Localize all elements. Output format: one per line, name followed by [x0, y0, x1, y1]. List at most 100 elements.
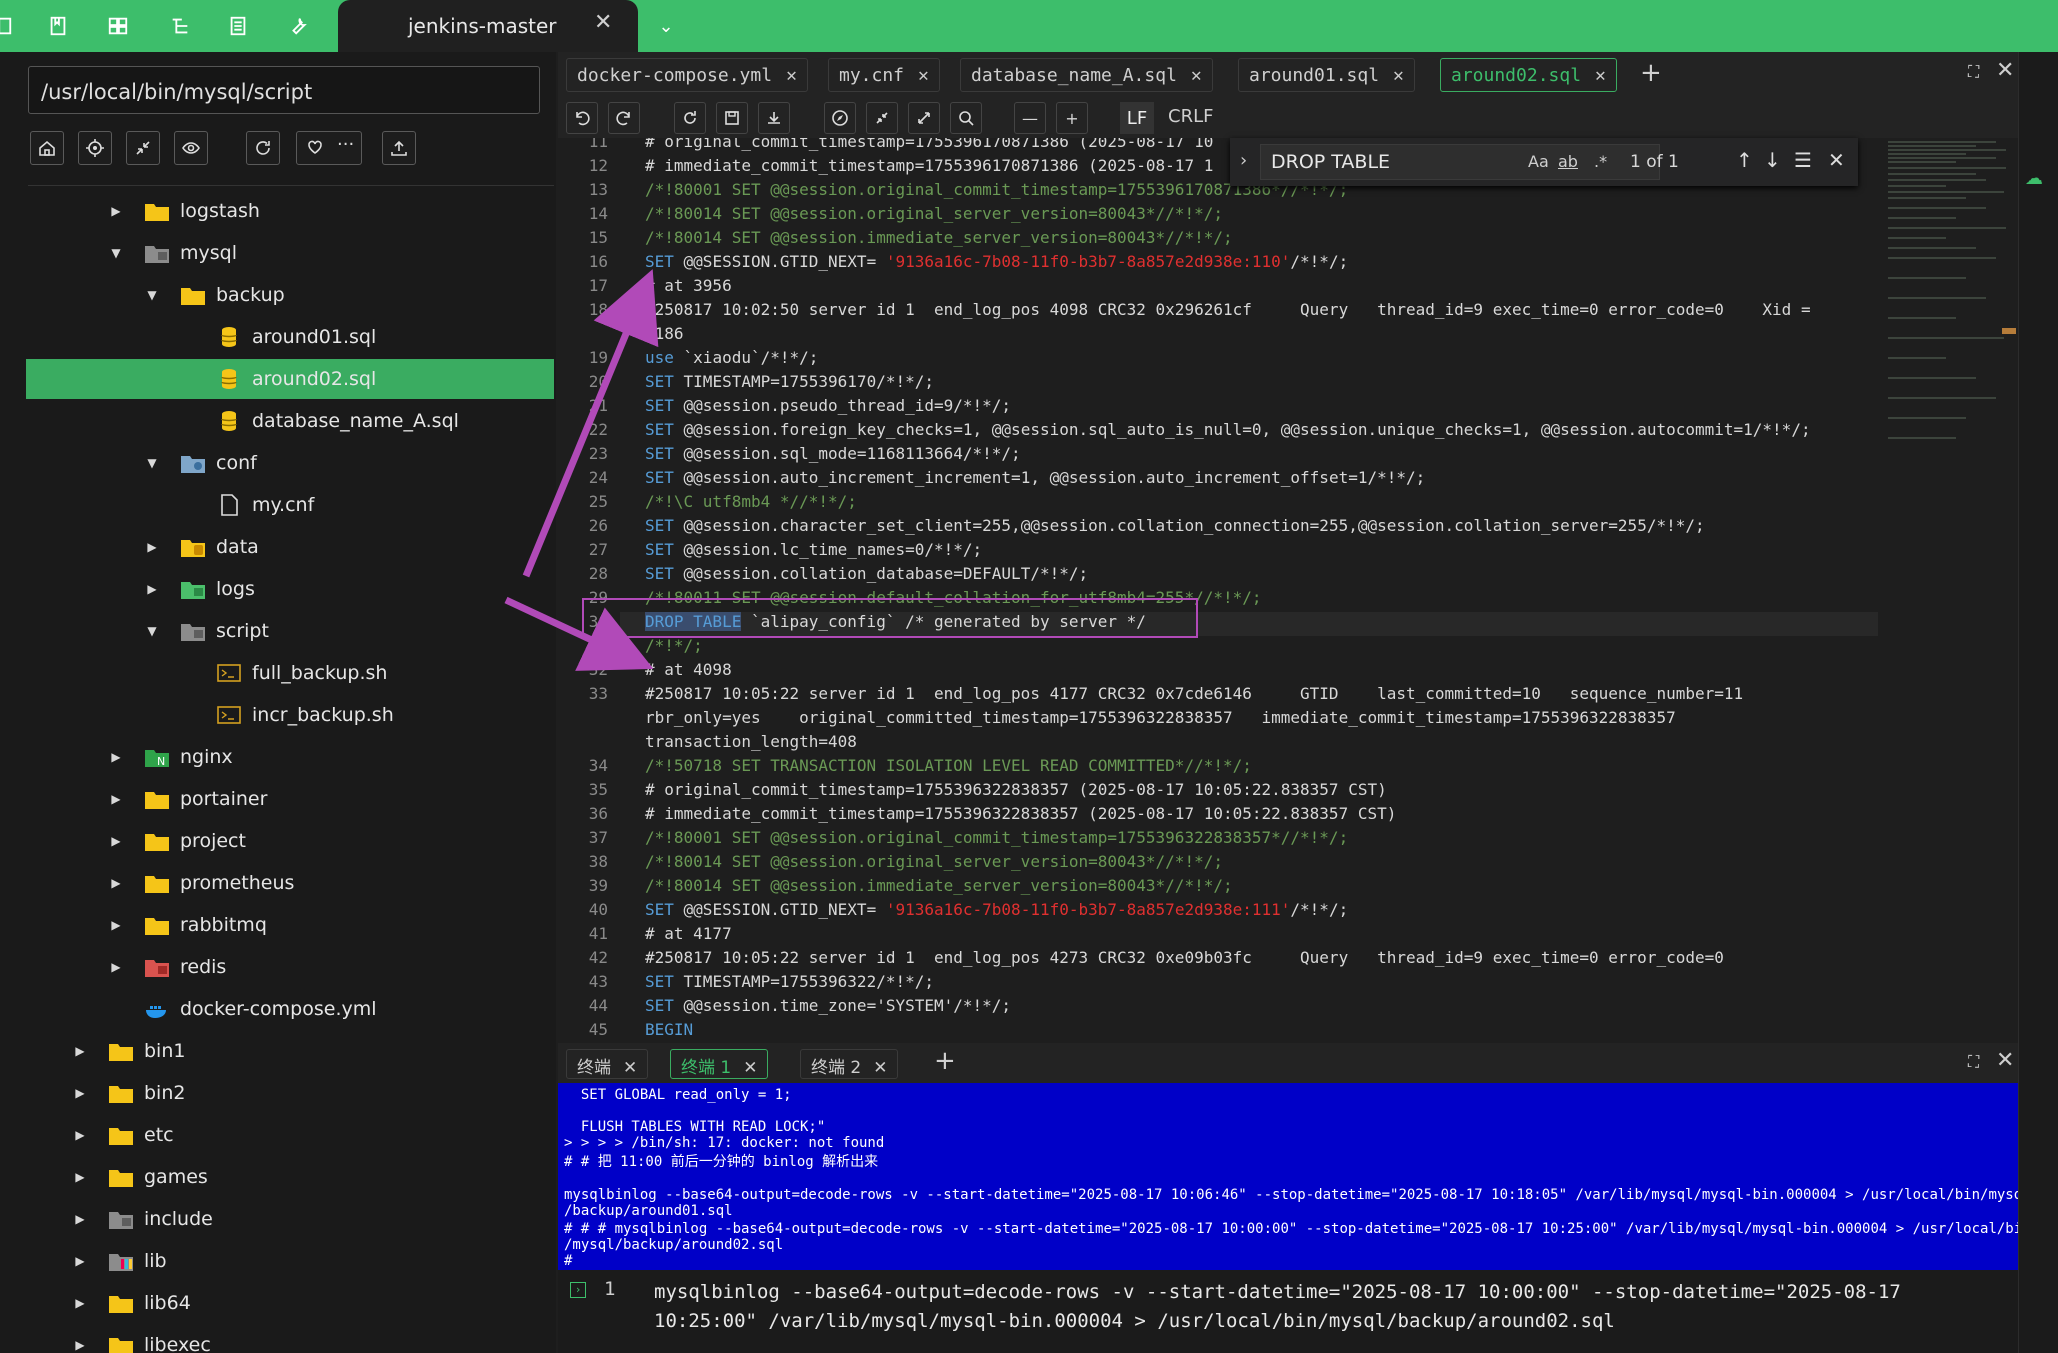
terminal-command[interactable]: mysqlbinlog --base64-output=decode-rows …	[654, 1278, 1934, 1336]
list-icon[interactable]	[222, 10, 254, 42]
caret-right-icon[interactable]: ▶	[108, 918, 124, 932]
regex-toggle[interactable]: .*	[1594, 152, 1607, 171]
close-terminal-icon[interactable]: ✕	[1996, 1048, 2014, 1073]
tree-item[interactable]: around01.sql	[26, 317, 554, 357]
close-icon[interactable]: ✕	[1393, 65, 1404, 86]
locate-icon[interactable]	[78, 131, 112, 165]
session-tab[interactable]: jenkins-master ✕	[338, 0, 638, 52]
tree-item[interactable]: ▶ bin1	[26, 1031, 554, 1071]
refresh-icon[interactable]	[246, 131, 280, 165]
tree-item[interactable]: ▶ redis	[26, 947, 554, 987]
bookmark-icon[interactable]	[42, 10, 74, 42]
caret-right-icon[interactable]: ▶	[108, 960, 124, 974]
caret-down-icon[interactable]: ▼	[144, 288, 160, 302]
tree-item[interactable]: ▶ lib64	[26, 1283, 554, 1323]
expand-icon[interactable]	[908, 102, 940, 134]
wrench-icon[interactable]	[282, 10, 314, 42]
tree-item[interactable]: ▶ rabbitmq	[26, 905, 554, 945]
collapse-icon[interactable]	[126, 131, 160, 165]
tree-item[interactable]: ▶ include	[26, 1199, 554, 1239]
maximize-terminal-icon[interactable]: ⛶	[1968, 1052, 1979, 1072]
chevron-right-icon[interactable]: ›	[1240, 150, 1247, 171]
eye-icon[interactable]	[174, 131, 208, 165]
tree-item[interactable]: ▶ lib	[26, 1241, 554, 1281]
caret-right-icon[interactable]: ▶	[108, 876, 124, 890]
close-find-icon[interactable]: ✕	[1828, 148, 1845, 172]
tree-item[interactable]: ▶ data	[26, 527, 554, 567]
lf-button[interactable]: LF	[1120, 102, 1154, 134]
zoom-in-icon[interactable]: +	[1056, 102, 1088, 134]
add-tab-icon[interactable]: +	[1640, 58, 1662, 88]
arrow-down-icon[interactable]: ↓	[1764, 148, 1781, 172]
reload-icon[interactable]	[674, 102, 706, 134]
close-icon[interactable]: ✕	[786, 65, 797, 86]
tree-item[interactable]: ▶ Nnginx	[26, 737, 554, 777]
panel-icon[interactable]	[0, 10, 18, 42]
caret-right-icon[interactable]: ▶	[72, 1086, 88, 1100]
redo-icon[interactable]	[608, 102, 640, 134]
more-icon[interactable]: ···	[337, 134, 354, 155]
caret-right-icon[interactable]: ▶	[144, 540, 160, 554]
chevron-down-icon[interactable]: ⌄	[648, 8, 684, 44]
close-icon[interactable]: ✕	[1595, 65, 1606, 86]
tree-item[interactable]: around02.sql	[26, 359, 554, 399]
minimap[interactable]	[1886, 138, 2018, 1037]
caret-right-icon[interactable]: ▶	[72, 1170, 88, 1184]
caret-right-icon[interactable]: ▶	[108, 834, 124, 848]
tree-item[interactable]: ▼ mysql	[26, 233, 554, 273]
tree-item[interactable]: ▶ libexec	[26, 1325, 554, 1353]
grid-icon[interactable]	[102, 10, 134, 42]
undo-icon[interactable]	[566, 102, 598, 134]
caret-right-icon[interactable]: ▶	[72, 1254, 88, 1268]
compass-icon[interactable]	[824, 102, 856, 134]
editor-tab[interactable]: around01.sql ✕	[1238, 58, 1415, 92]
maximize-icon[interactable]: ⛶	[1968, 62, 1979, 82]
tree-item[interactable]: my.cnf	[26, 485, 554, 525]
download-icon[interactable]	[758, 102, 790, 134]
search-icon[interactable]	[950, 102, 982, 134]
tree-item[interactable]: incr_backup.sh	[26, 695, 554, 735]
close-icon[interactable]: ✕	[594, 10, 612, 35]
caret-right-icon[interactable]: ▶	[72, 1044, 88, 1058]
match-case-toggle[interactable]: Aa	[1528, 152, 1549, 171]
caret-right-icon[interactable]: ▶	[72, 1296, 88, 1310]
tree-item[interactable]: full_backup.sh	[26, 653, 554, 693]
code-editor[interactable]: 11 # original_commit_timestamp=1755396170…	[558, 138, 1878, 1037]
path-input[interactable]: /usr/local/bin/mysql/script	[28, 66, 540, 114]
terminal-output[interactable]: SET GLOBAL read_only = 1; FLUSH TABLES W…	[558, 1083, 2018, 1270]
add-terminal-icon[interactable]: +	[934, 1046, 956, 1076]
tree-item[interactable]: ▶ portainer	[26, 779, 554, 819]
tree-item[interactable]: ▼ backup	[26, 275, 554, 315]
caret-right-icon[interactable]: ▶	[144, 582, 160, 596]
terminal-tab[interactable]: 终端 ✕	[566, 1049, 649, 1079]
terminal-tab[interactable]: 终端 1 ✕	[670, 1049, 769, 1079]
editor-tab[interactable]: database_name_A.sql ✕	[960, 58, 1213, 92]
tree-item[interactable]: ▶ games	[26, 1157, 554, 1197]
caret-down-icon[interactable]: ▼	[144, 456, 160, 470]
editor-tab[interactable]: around02.sql ✕	[1440, 58, 1617, 92]
tree-item[interactable]: ▶ bin2	[26, 1073, 554, 1113]
tree-item[interactable]: ▶ logs	[26, 569, 554, 609]
close-icon[interactable]: ✕	[918, 65, 929, 86]
arrow-up-icon[interactable]: ↑	[1736, 148, 1753, 172]
heart-icon[interactable]	[305, 137, 325, 161]
tree-item[interactable]: ▼ conf	[26, 443, 554, 483]
tree-item[interactable]: ▶ project	[26, 821, 554, 861]
caret-right-icon[interactable]: ▶	[108, 750, 124, 764]
crlf-button[interactable]: CRLF	[1168, 106, 1213, 127]
caret-right-icon[interactable]: ▶	[72, 1338, 88, 1352]
tree-item[interactable]: database_name_A.sql	[26, 401, 554, 441]
caret-right-icon[interactable]: ▶	[108, 792, 124, 806]
shrink-icon[interactable]	[866, 102, 898, 134]
tree-item[interactable]: ▶ prometheus	[26, 863, 554, 903]
terminal-input[interactable]: › 1 mysqlbinlog --base64-output=decode-r…	[558, 1270, 2018, 1353]
tree-item[interactable]: ▶ etc	[26, 1115, 554, 1155]
whole-word-toggle[interactable]: ab	[1558, 152, 1578, 171]
save-icon[interactable]	[716, 102, 748, 134]
tree-item[interactable]: ▶ logstash	[26, 191, 554, 231]
caret-right-icon[interactable]: ▶	[72, 1212, 88, 1226]
editor-tab[interactable]: my.cnf ✕	[828, 58, 940, 92]
close-icon[interactable]: ✕	[1191, 65, 1202, 86]
tree-icon[interactable]	[164, 10, 196, 42]
tree-item[interactable]: ▼ script	[26, 611, 554, 651]
